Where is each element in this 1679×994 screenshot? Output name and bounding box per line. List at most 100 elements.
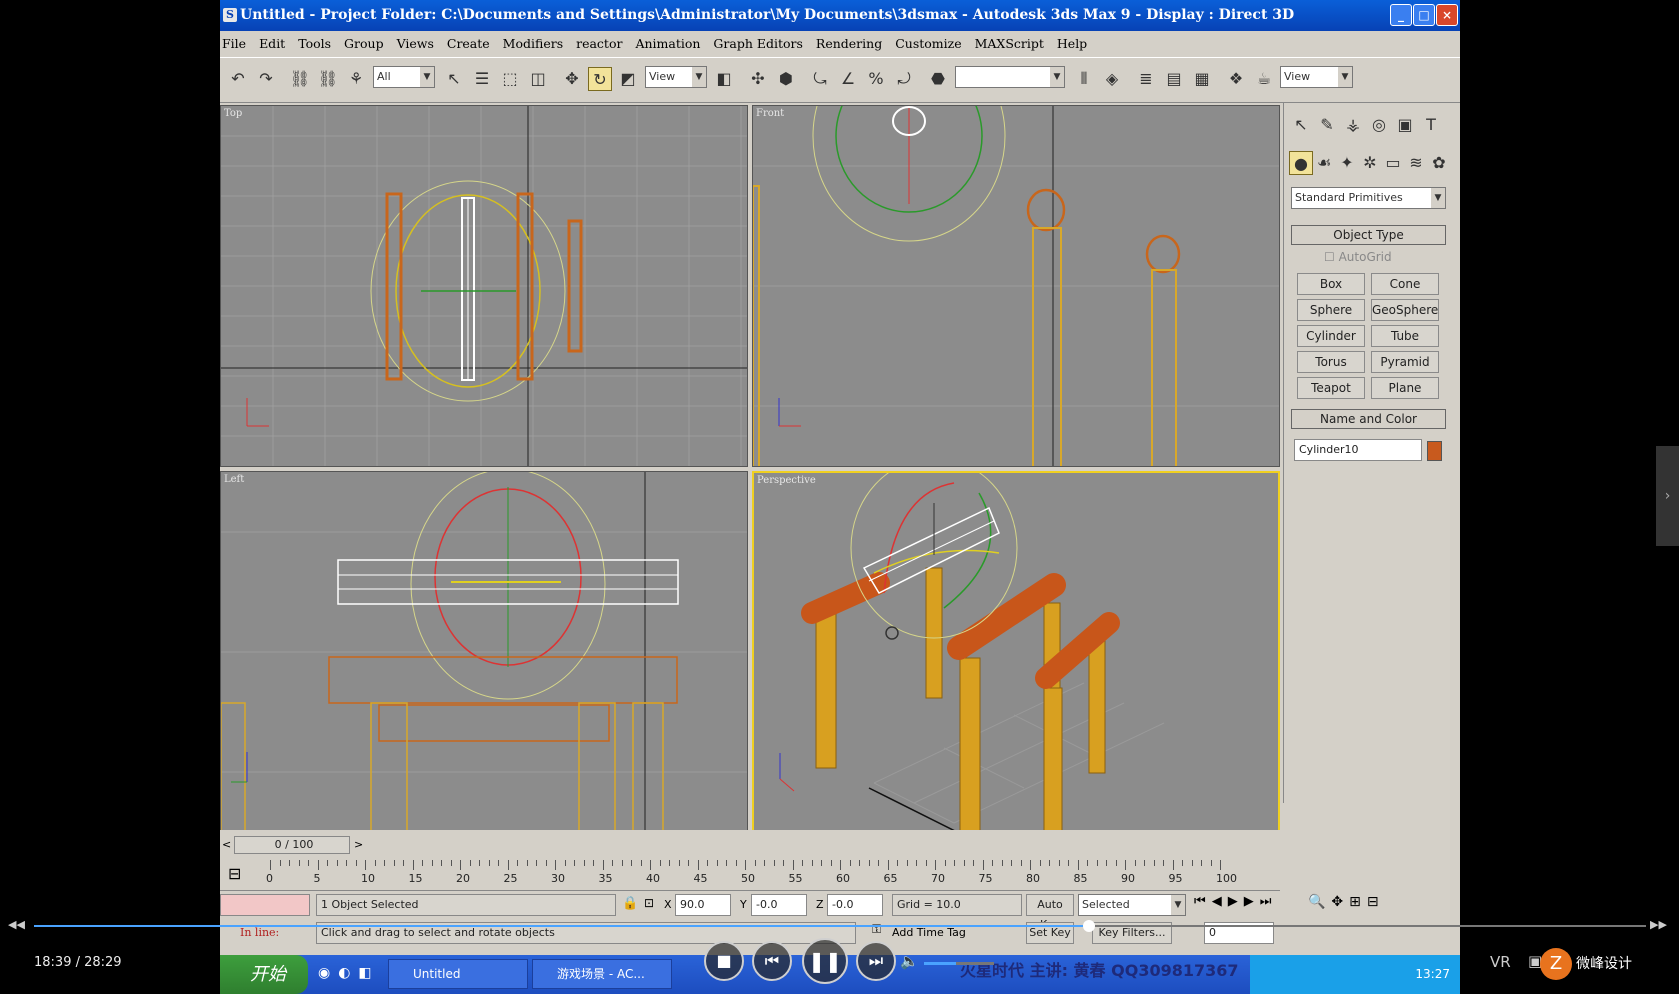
auto-key-button[interactable]: Auto Key bbox=[1026, 894, 1074, 931]
menu-customize[interactable]: Customize bbox=[895, 36, 961, 51]
volume-icon[interactable]: 🔈 bbox=[900, 952, 919, 970]
undo-icon[interactable]: ↶ bbox=[226, 67, 250, 91]
menu-create[interactable]: Create bbox=[447, 36, 490, 51]
viewport-left[interactable]: Left bbox=[220, 471, 748, 833]
next-button[interactable]: ⏭ bbox=[856, 941, 896, 981]
object-name-input[interactable]: Cylinder10 bbox=[1294, 439, 1422, 461]
bind-space-warp-icon[interactable]: ⚘ bbox=[344, 67, 368, 91]
select-object-icon[interactable]: ↖ bbox=[442, 67, 466, 91]
vr-button[interactable]: VR bbox=[1490, 953, 1511, 971]
display-tab-icon[interactable]: ▣ bbox=[1393, 113, 1417, 137]
select-by-name-icon[interactable]: ☰ bbox=[470, 67, 494, 91]
geosphere-button[interactable]: GeoSphere bbox=[1371, 299, 1439, 321]
shapes-icon[interactable]: ☙ bbox=[1312, 151, 1336, 175]
viewport-front-label[interactable]: Front bbox=[756, 108, 784, 119]
z-coordinate-field[interactable]: -0.0 bbox=[827, 894, 883, 916]
space-warps-icon[interactable]: ≋ bbox=[1404, 151, 1428, 175]
selection-filter-dropdown[interactable]: All ▼ bbox=[373, 66, 435, 88]
create-tab-icon[interactable]: ↖ bbox=[1289, 113, 1313, 137]
pause-button[interactable]: ❚❚ bbox=[802, 938, 848, 984]
box-button[interactable]: Box bbox=[1297, 273, 1365, 295]
cone-button[interactable]: Cone bbox=[1371, 273, 1439, 295]
quick-launch-icons[interactable]: ◉◐◧ bbox=[318, 965, 380, 981]
viewport-perspective[interactable]: Perspective bbox=[752, 471, 1280, 833]
menu-file[interactable]: File bbox=[222, 36, 246, 51]
edit-named-sel-icon[interactable]: ⬣ bbox=[926, 67, 950, 91]
viewport-perspective-label[interactable]: Perspective bbox=[757, 475, 816, 486]
stop-button[interactable]: ■ bbox=[704, 941, 744, 981]
task-game-scene[interactable]: 游戏场景 - AC... bbox=[532, 959, 672, 989]
geometry-icon[interactable]: ● bbox=[1289, 151, 1313, 175]
close-button[interactable]: × bbox=[1436, 4, 1458, 26]
snaps-toggle-icon[interactable]: ⤿ bbox=[808, 67, 832, 91]
menu-modifiers[interactable]: Modifiers bbox=[503, 36, 563, 51]
percent-snap-icon[interactable]: % bbox=[864, 67, 888, 91]
move-icon[interactable]: ✥ bbox=[560, 67, 584, 91]
unlink-icon[interactable]: ⛓ bbox=[316, 67, 340, 91]
add-time-tag[interactable]: Add Time Tag bbox=[892, 926, 966, 939]
manipulate-icon[interactable]: ✣ bbox=[746, 67, 770, 91]
mini-curve-editor-icon[interactable]: ⊟ bbox=[228, 864, 250, 886]
angle-snap-icon[interactable]: ∠ bbox=[836, 67, 860, 91]
object-color-swatch[interactable] bbox=[1427, 441, 1442, 461]
menu-maxscript[interactable]: MAXScript bbox=[975, 36, 1044, 51]
plane-button[interactable]: Plane bbox=[1371, 377, 1439, 399]
task-untitled[interactable]: Untitled bbox=[388, 959, 528, 989]
sphere-button[interactable]: Sphere bbox=[1297, 299, 1365, 321]
start-button[interactable]: 开始 bbox=[220, 955, 308, 994]
scale-icon[interactable]: ◩ bbox=[616, 67, 640, 91]
maximize-button[interactable]: □ bbox=[1413, 4, 1435, 26]
menu-tools[interactable]: Tools bbox=[298, 36, 331, 51]
menu-rendering[interactable]: Rendering bbox=[816, 36, 882, 51]
key-mode-dropdown[interactable]: Selected ▼ bbox=[1078, 894, 1186, 916]
cylinder-button[interactable]: Cylinder bbox=[1297, 325, 1365, 347]
lights-icon[interactable]: ✦ bbox=[1335, 151, 1359, 175]
maxscript-listener-pink[interactable] bbox=[220, 894, 310, 916]
viewport-front[interactable]: Front bbox=[752, 105, 1280, 467]
time-slider[interactable]: 0 / 100 bbox=[234, 836, 350, 854]
absolute-mode-icon[interactable]: ⊡ bbox=[644, 896, 654, 910]
viewport-nav-controls[interactable]: 🔍✥⊞⊟ bbox=[1308, 894, 1385, 910]
spinner-snap-icon[interactable]: ⤾ bbox=[892, 67, 916, 91]
redo-icon[interactable]: ↷ bbox=[254, 67, 278, 91]
menu-help[interactable]: Help bbox=[1057, 36, 1087, 51]
pivot-center-icon[interactable]: ◧ bbox=[712, 67, 736, 91]
menu-edit[interactable]: Edit bbox=[259, 36, 285, 51]
video-progress-bar[interactable] bbox=[34, 920, 1646, 932]
render-view-dropdown[interactable]: View ▼ bbox=[1280, 66, 1353, 88]
track-bar[interactable]: 0 5 10 15 20 25 30 35 40 45 50 55 60 65 70 75 80 85 90 95 10… bbox=[260, 860, 1260, 890]
chevron-right-icon[interactable]: > bbox=[354, 836, 366, 854]
volume-slider[interactable] bbox=[924, 962, 994, 965]
mirror-icon[interactable]: ⫴ bbox=[1072, 67, 1096, 91]
window-crossing-icon[interactable]: ◫ bbox=[526, 67, 550, 91]
modify-tab-icon[interactable]: ✎ bbox=[1315, 113, 1339, 137]
layer-manager-icon[interactable]: ≣ bbox=[1134, 67, 1158, 91]
rect-selection-icon[interactable]: ⬚ bbox=[498, 67, 522, 91]
curve-editor-icon[interactable]: ▤ bbox=[1162, 67, 1186, 91]
systems-icon[interactable]: ✿ bbox=[1427, 151, 1451, 175]
select-link-icon[interactable]: ⛓ bbox=[288, 67, 312, 91]
playback-controls[interactable]: ⏮◀▶▶⏭ bbox=[1194, 894, 1277, 909]
rewind-icon[interactable]: ◀◀ bbox=[8, 918, 25, 931]
viewport-top-label[interactable]: Top bbox=[224, 108, 242, 119]
pyramid-button[interactable]: Pyramid bbox=[1371, 351, 1439, 373]
utilities-tab-icon[interactable]: T bbox=[1419, 113, 1443, 137]
name-color-rollout[interactable]: Name and Color bbox=[1291, 409, 1446, 429]
helpers-icon[interactable]: ▭ bbox=[1381, 151, 1405, 175]
previous-button[interactable]: ⏮ bbox=[752, 941, 792, 981]
menu-views[interactable]: Views bbox=[397, 36, 434, 51]
category-dropdown[interactable]: Standard Primitives ▼ bbox=[1291, 187, 1446, 209]
lock-icon[interactable]: 🔒 bbox=[622, 896, 638, 911]
align-icon[interactable]: ◈ bbox=[1100, 67, 1124, 91]
fast-forward-icon[interactable]: ▶▶ bbox=[1650, 918, 1667, 931]
torus-button[interactable]: Torus bbox=[1297, 351, 1365, 373]
x-coordinate-field[interactable]: 90.0 bbox=[675, 894, 731, 916]
tube-button[interactable]: Tube bbox=[1371, 325, 1439, 347]
minimize-button[interactable]: _ bbox=[1390, 4, 1412, 26]
side-panel-toggle[interactable]: › bbox=[1656, 446, 1679, 546]
reference-coord-dropdown[interactable]: View ▼ bbox=[645, 66, 707, 88]
keyboard-shortcut-icon[interactable]: ⬢ bbox=[774, 67, 798, 91]
cameras-icon[interactable]: ✲ bbox=[1358, 151, 1382, 175]
chevron-left-icon[interactable]: < bbox=[222, 836, 234, 854]
viewport-left-label[interactable]: Left bbox=[224, 474, 244, 485]
